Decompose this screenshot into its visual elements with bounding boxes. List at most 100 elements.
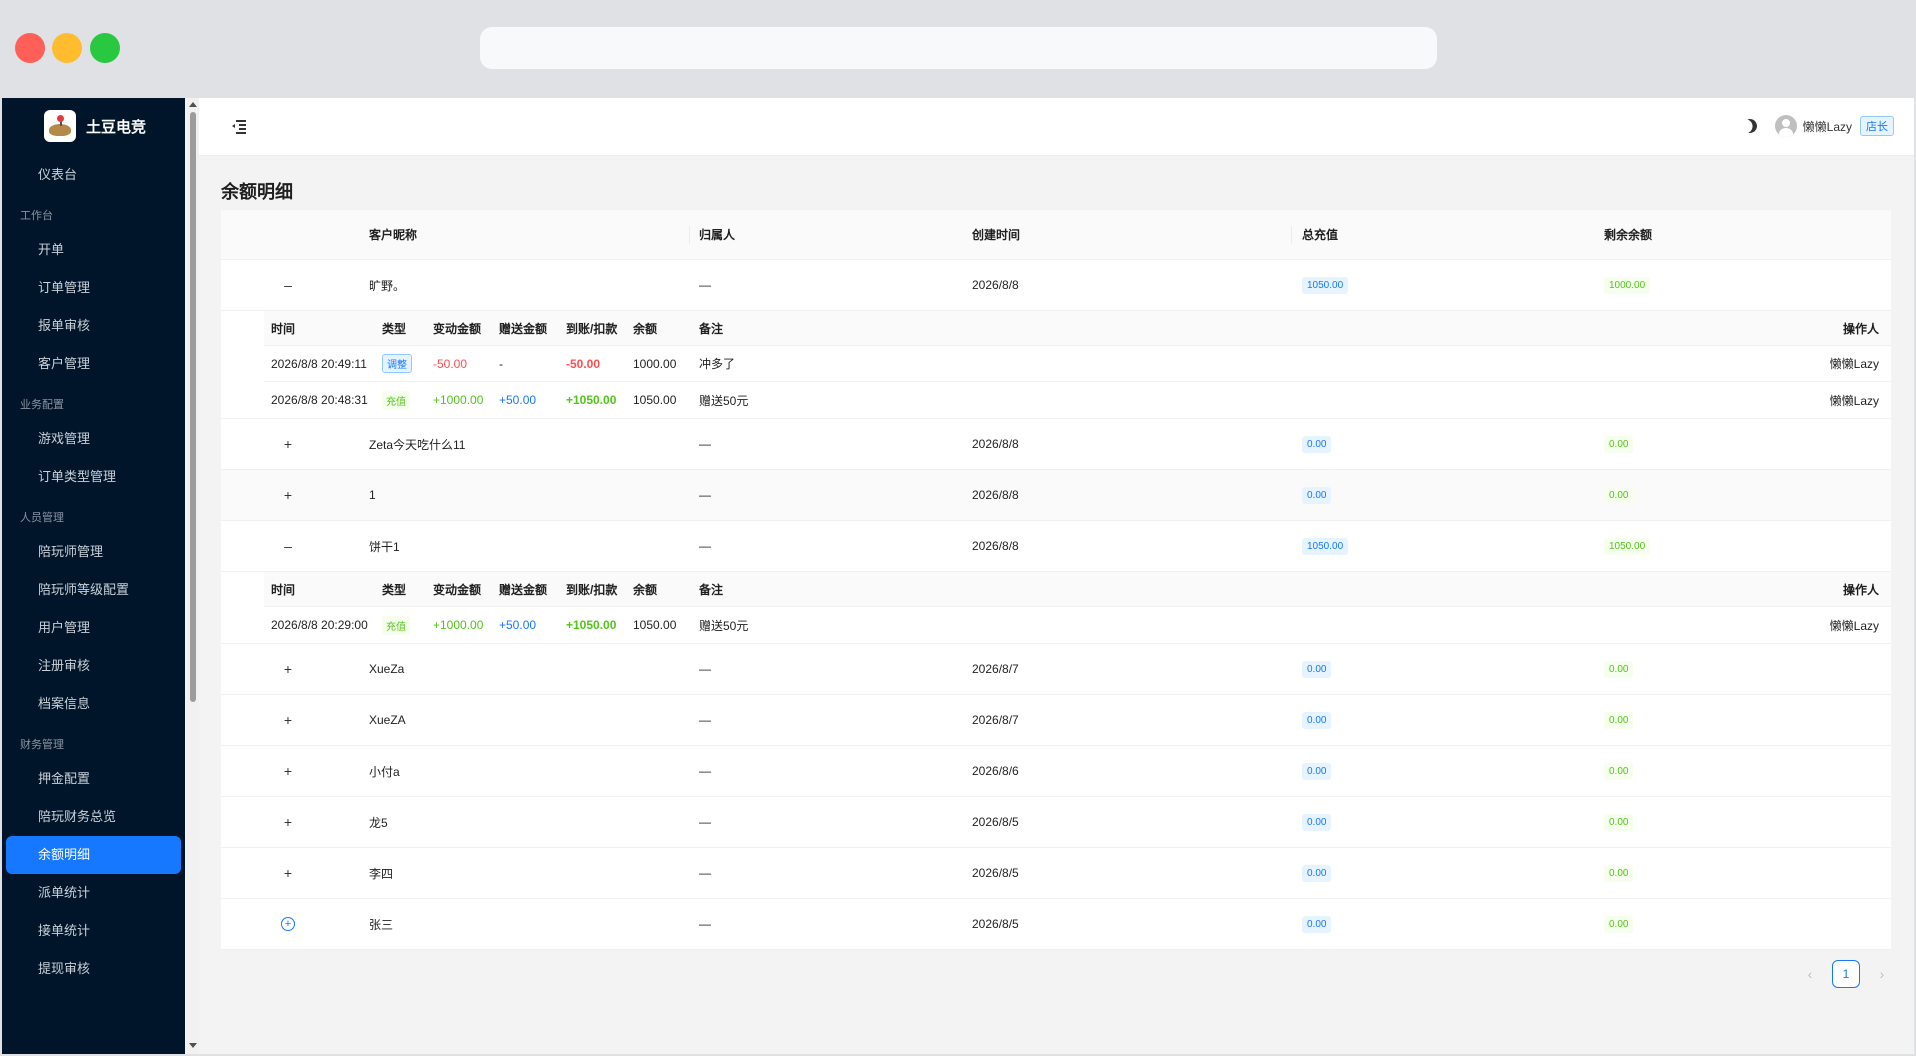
window-maximize-button[interactable]: [90, 33, 120, 63]
menu-fold-icon[interactable]: [232, 119, 246, 134]
total-recharge-badge: 0.00: [1302, 660, 1332, 678]
cell-created: 2026/8/5: [972, 917, 1019, 931]
window-close-button[interactable]: [15, 33, 45, 63]
detail-row: 2026/8/8 20:29:00 充值 +1000.00 +50.00 +1050.0…: [264, 607, 1891, 643]
cell-remaining: 0.00: [1604, 797, 1634, 847]
type-badge: 充值: [382, 615, 410, 635]
sub-header-change: 变动金额: [433, 321, 482, 336]
total-recharge-badge: 0.00: [1302, 915, 1332, 933]
sidebar-item-order-type-management[interactable]: 订单类型管理: [6, 458, 181, 496]
scroll-up-icon[interactable]: [189, 102, 197, 107]
sub-header-net: 到账/扣款: [566, 321, 618, 336]
expand-row-icon[interactable]: +: [281, 848, 295, 898]
expand-row-label: –: [284, 277, 292, 293]
expand-row-label: +: [281, 917, 295, 931]
table-row: + XueZa — 2026/8/7 0.00 0.00: [221, 644, 1891, 695]
cell-total: 0.00: [1302, 470, 1332, 520]
total-recharge-badge: 0.00: [1302, 762, 1332, 780]
logo[interactable]: 土豆电竞: [2, 98, 185, 154]
cell-owner: —: [699, 713, 711, 727]
expand-row-label: +: [283, 436, 293, 452]
logo-icon: [44, 110, 76, 142]
sidebar-item-user-management[interactable]: 用户管理: [6, 609, 181, 647]
cell-owner: —: [699, 437, 711, 451]
expand-row-icon[interactable]: +: [281, 470, 295, 520]
window-minimize-button[interactable]: [52, 33, 82, 63]
cell-remaining: 0.00: [1604, 695, 1634, 745]
cell-remaining: 1000.00: [1604, 260, 1651, 310]
address-bar[interactable]: [480, 27, 1437, 69]
cell-created: 2026/8/5: [972, 866, 1019, 880]
table-row: – 旷野。 — 2026/8/8 1050.00 1000.00: [221, 260, 1891, 311]
logo-text: 土豆电竞: [86, 118, 147, 136]
sidebar-item-deposit-config[interactable]: 押金配置: [6, 760, 181, 798]
next-page-button[interactable]: ›: [1870, 966, 1894, 982]
scrollbar-thumb[interactable]: [190, 112, 196, 702]
expand-row-label: +: [283, 814, 293, 830]
detail-subtable: 时间 类型 变动金额 赠送金额 到账/扣款 余额 备注 操作人 2026/8/8 20:29:0…: [221, 572, 1891, 644]
table-row: + Zeta今天吃什么11 — 2026/8/8 0.00 0.00: [221, 419, 1891, 470]
total-recharge-badge: 0.00: [1302, 813, 1332, 831]
sidebar-item-finance-overview[interactable]: 陪玩财务总览: [6, 798, 181, 836]
sidebar-item-profile-info[interactable]: 档案信息: [6, 685, 181, 723]
cell-owner: —: [699, 917, 711, 931]
collapse-row-icon[interactable]: –: [281, 521, 295, 571]
prev-page-button[interactable]: ‹: [1798, 966, 1822, 982]
cell-created: 2026/8/7: [972, 662, 1019, 676]
sidebar-item-player-management[interactable]: 陪玩师管理: [6, 533, 181, 571]
table-row: + 龙5 — 2026/8/5 0.00 0.00: [221, 797, 1891, 848]
sidebar-item-create-order[interactable]: 开单: [6, 231, 181, 269]
sub-header-net: 到账/扣款: [566, 582, 618, 597]
cell-nickname: 李四: [369, 866, 394, 881]
detail-subtable: 时间 类型 变动金额 赠送金额 到账/扣款 余额 备注 操作人 2026/8/8 20:49:1…: [221, 311, 1891, 419]
expand-row-icon[interactable]: +: [281, 797, 295, 847]
page-number-button[interactable]: 1: [1832, 960, 1860, 988]
column-divider: [1291, 226, 1292, 244]
detail-note: 赠送50元: [699, 393, 749, 408]
balance-table: 客户昵称 归属人 创建时间 总充值 剩余余额 – 旷野。 — 2026/8/8 1050…: [221, 210, 1891, 950]
cell-remaining: 0.00: [1604, 470, 1634, 520]
type-badge: 充值: [382, 390, 410, 410]
sidebar-scrollbar[interactable]: [187, 98, 199, 1054]
sidebar-item-balance-details[interactable]: 余额明细: [6, 836, 181, 874]
sidebar-item-dispatch-stats[interactable]: 派单统计: [6, 874, 181, 912]
user-avatar-icon[interactable]: [1774, 115, 1797, 137]
moon-icon[interactable]: [1740, 116, 1759, 135]
sidebar-item-player-level-config[interactable]: 陪玩师等级配置: [6, 571, 181, 609]
cell-owner: —: [699, 866, 711, 880]
expand-row-icon[interactable]: +: [281, 746, 295, 796]
sidebar-item-withdraw-review[interactable]: 提现审核: [6, 950, 181, 988]
sidebar-item-registration-review[interactable]: 注册审核: [6, 647, 181, 685]
cell-total: 0.00: [1302, 419, 1332, 469]
detail-operator: 懒懒Lazy: [1829, 393, 1879, 408]
expand-row-icon[interactable]: +: [281, 419, 295, 469]
cell-owner: —: [699, 764, 711, 778]
table-row: + 张三 — 2026/8/5 0.00 0.00: [221, 899, 1891, 950]
detail-balance: 1050.00: [633, 618, 677, 632]
sub-header-type: 类型: [382, 582, 407, 597]
sidebar-group-business: 业务配置: [20, 399, 64, 411]
total-recharge-badge: 1050.00: [1302, 537, 1349, 555]
table-row: + XueZA — 2026/8/7 0.00 0.00: [221, 695, 1891, 746]
table-row: +1 — 2026/8/8 0.00 0.00: [221, 470, 1891, 521]
expand-row-label: +: [283, 712, 293, 728]
detail-note: 赠送50元: [699, 618, 749, 633]
scroll-down-icon[interactable]: [189, 1043, 197, 1048]
expand-row-icon[interactable]: +: [281, 695, 295, 745]
cell-nickname: XueZA: [369, 713, 406, 727]
sidebar-item-dashboard[interactable]: 仪表台: [6, 156, 181, 194]
username[interactable]: 懒懒Lazy: [1803, 118, 1852, 135]
sidebar-item-order-management[interactable]: 订单管理: [6, 269, 181, 307]
column-header-nickname: 客户昵称: [369, 228, 418, 242]
sidebar-item-accept-stats[interactable]: 接单统计: [6, 912, 181, 950]
sidebar-item-report-review[interactable]: 报单审核: [6, 307, 181, 345]
expand-row-icon[interactable]: +: [281, 644, 295, 694]
sidebar-item-game-management[interactable]: 游戏管理: [6, 420, 181, 458]
expand-row-icon[interactable]: +: [281, 899, 295, 949]
detail-gift: +50.00: [499, 618, 537, 632]
collapse-row-icon[interactable]: –: [281, 260, 295, 310]
cell-created: 2026/8/8: [972, 539, 1019, 553]
detail-gift: +50.00: [499, 393, 537, 407]
cell-nickname: 1: [369, 488, 376, 502]
sidebar-item-customer-management[interactable]: 客户管理: [6, 345, 181, 383]
